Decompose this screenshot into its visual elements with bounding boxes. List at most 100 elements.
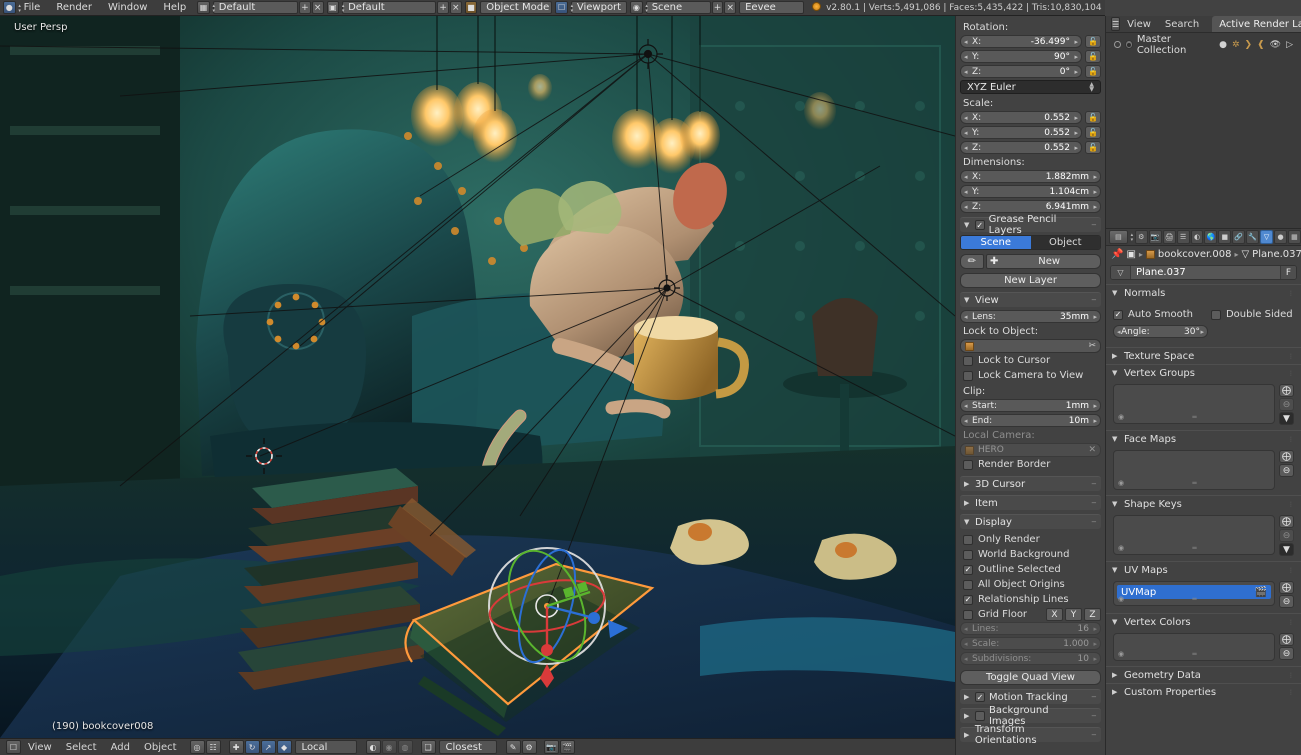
datablock-name-field[interactable]: ▽ Plane.037 F: [1110, 265, 1297, 280]
rotation-y-field[interactable]: Y: 90°: [960, 50, 1082, 63]
world-background-checkbox[interactable]: [963, 549, 973, 560]
datablock-name-value[interactable]: Plane.037: [1131, 267, 1280, 278]
gp-toggle-object[interactable]: Object: [1030, 236, 1100, 249]
relationship-lines-row[interactable]: Relationship Lines: [960, 592, 1101, 607]
section-normals[interactable]: ▼ Normals ⋮: [1106, 284, 1301, 301]
pivot-point-icon[interactable]: ◎: [189, 740, 205, 754]
viewport-sidebar[interactable]: Rotation: X: -36.499° 🔓 Y: 90° 🔓 Z: 0° 🔓…: [955, 16, 1105, 755]
scale-z-row[interactable]: Z: 0.552 🔓: [960, 141, 1101, 154]
snap-mode-selector[interactable]: Closest: [438, 740, 497, 754]
vertex-group-specials-icon[interactable]: ▼: [1279, 412, 1294, 425]
properties-editor[interactable]: ▤ ⚙ 📷 🖨 ☰ ◐ 🌎 ■ 🔗 🔧 ▽ ● ▦ 📌 ▣ ▸ b: [1105, 228, 1301, 755]
normals-toggles-row[interactable]: Auto Smooth Double Sided: [1113, 307, 1294, 322]
grid-axis-y-button[interactable]: Y: [1065, 608, 1082, 621]
face-maps-body[interactable]: ◉ ═ ⨁ ⊖: [1106, 447, 1301, 495]
world-background-row[interactable]: World Background: [960, 547, 1101, 562]
new-layout-button[interactable]: +: [437, 1, 449, 14]
material-icon[interactable]: ●: [1274, 230, 1287, 244]
camera-data-icon[interactable]: 🎬: [1255, 587, 1267, 598]
outliner-active-tab[interactable]: Active Render Layer: [1212, 16, 1301, 32]
list-resize-grip-icon[interactable]: ═: [1192, 544, 1196, 552]
workspace-screen-field[interactable]: Default: [212, 1, 299, 14]
scene-field[interactable]: Scene: [645, 1, 711, 14]
panel-display[interactable]: ▼ Display ━: [960, 514, 1101, 529]
uv-maps-body[interactable]: UVMap 🎬 ◉ ═ ⨁ ⊖: [1106, 578, 1301, 613]
remove-shape-key-button[interactable]: ⊖: [1279, 529, 1294, 542]
settings-icon[interactable]: ⚙: [521, 740, 537, 754]
motion-tracking-checkbox[interactable]: [975, 692, 985, 702]
scale-z-lock-icon[interactable]: 🔓: [1085, 141, 1101, 154]
footer-menu-select[interactable]: Select: [59, 742, 104, 753]
grid-subdivisions-row[interactable]: Subdivisions: 10: [960, 652, 1101, 665]
panel-view[interactable]: ▼ View ━: [960, 292, 1101, 307]
output-icon[interactable]: 🖨: [1162, 230, 1176, 244]
outliner-menu-view[interactable]: View: [1120, 19, 1158, 30]
dimensions-x-row[interactable]: X: 1.882mm: [960, 170, 1101, 183]
grid-axis-x-button[interactable]: X: [1046, 608, 1063, 621]
editor-type-icon[interactable]: ☐: [555, 1, 573, 14]
face-maps-buttons[interactable]: ⨁ ⊖: [1279, 450, 1294, 477]
all-object-origins-row[interactable]: All Object Origins: [960, 577, 1101, 592]
outliner-menu-search[interactable]: Search: [1158, 19, 1206, 30]
texture-icon[interactable]: ▦: [1288, 230, 1301, 244]
local-camera-field[interactable]: HERO ✕: [960, 443, 1101, 457]
menu-render[interactable]: Render: [48, 2, 100, 13]
section-geometry-data[interactable]: ▶ Geometry Data ⋮: [1106, 666, 1301, 683]
vertex-groups-buttons[interactable]: ⨁ ⊖ ▼: [1279, 384, 1294, 425]
restrict-icon[interactable]: ❰: [1257, 40, 1265, 50]
add-uv-map-button[interactable]: ⨁: [1279, 581, 1294, 594]
selectable-icon[interactable]: ●: [1219, 40, 1227, 50]
clip-end-row[interactable]: End: 10m: [960, 414, 1101, 427]
scale-x-lock-icon[interactable]: 🔓: [1085, 111, 1101, 124]
transform-orientation-selector[interactable]: Local: [294, 740, 357, 754]
pin-icon[interactable]: 📌: [1111, 249, 1123, 260]
transform-gizmo-icon[interactable]: ◆: [276, 740, 292, 754]
breadcrumb-mesh[interactable]: Plane.037: [1252, 249, 1301, 260]
auto-smooth-angle-field[interactable]: Angle: 30°: [1113, 325, 1208, 338]
render-animation-icon[interactable]: 🎬: [559, 740, 575, 754]
outline-selected-row[interactable]: Outline Selected: [960, 562, 1101, 577]
pivot-options-icon[interactable]: ☷: [205, 740, 221, 754]
screen-datablock-icon[interactable]: ▦: [197, 1, 215, 14]
add-face-map-button[interactable]: ⨁: [1279, 450, 1294, 463]
normals-body[interactable]: Auto Smooth Double Sided Angle: 30°: [1106, 301, 1301, 347]
outliner-display-mode-icon[interactable]: ☰: [1111, 17, 1121, 31]
rotation-x-lock-icon[interactable]: 🔓: [1085, 35, 1101, 48]
grid-axis-z-button[interactable]: Z: [1084, 608, 1101, 621]
auto-smooth-row[interactable]: Auto Smooth: [1113, 307, 1193, 322]
dimensions-z-field[interactable]: Z: 6.941mm: [960, 200, 1101, 213]
double-sided-row[interactable]: Double Sided: [1210, 307, 1293, 322]
uv-maps-buttons[interactable]: ⨁ ⊖: [1279, 581, 1294, 608]
only-render-row[interactable]: Only Render: [960, 532, 1101, 547]
render-border-row[interactable]: Render Border: [960, 457, 1101, 472]
editor-field[interactable]: Viewport: [570, 1, 628, 14]
scale-gizmo-icon[interactable]: ↗: [260, 740, 276, 754]
uv-maps-list[interactable]: UVMap 🎬 ◉ ═: [1113, 581, 1275, 606]
add-vertex-color-button[interactable]: ⨁: [1279, 633, 1294, 646]
remove-uv-map-button[interactable]: ⊖: [1279, 595, 1294, 608]
panel-grease-pencil-layers[interactable]: ▼ Grease Pencil Layers ━: [960, 214, 1101, 236]
relationship-lines-checkbox[interactable]: [963, 594, 973, 605]
blender-logo-icon[interactable]: ●: [3, 1, 21, 14]
rotation-z-lock-icon[interactable]: 🔓: [1085, 65, 1101, 78]
scene-datablock-icon[interactable]: ◉: [630, 1, 648, 14]
breadcrumb-object[interactable]: bookcover.008: [1158, 249, 1232, 260]
vertex-colors-buttons[interactable]: ⨁ ⊖: [1279, 633, 1294, 660]
grid-axis-buttons[interactable]: X Y Z: [1046, 608, 1101, 621]
dimensions-x-field[interactable]: X: 1.882mm: [960, 170, 1101, 183]
render-icon[interactable]: 📷: [1148, 230, 1162, 244]
clear-icon[interactable]: ✕: [1088, 445, 1096, 455]
vertex-colors-list[interactable]: ◉ ═: [1113, 633, 1275, 661]
object-data-icon[interactable]: ▽: [1260, 230, 1274, 244]
fake-user-button[interactable]: F: [1280, 266, 1296, 279]
breadcrumb[interactable]: 📌 ▣ ▸ bookcover.008 ▸ ▽ Plane.037: [1106, 246, 1301, 263]
outliner-editor[interactable]: ☰ View Search Active Render Layer Master…: [1105, 16, 1301, 228]
scale-y-row[interactable]: Y: 0.552 🔓: [960, 126, 1101, 139]
auto-smooth-checkbox[interactable]: [1113, 309, 1123, 320]
footer-menu-object[interactable]: Object: [137, 742, 184, 753]
lens-row[interactable]: Lens: 35mm: [960, 310, 1101, 323]
double-sided-checkbox[interactable]: [1210, 309, 1221, 320]
menu-window[interactable]: Window: [100, 2, 155, 13]
only-render-checkbox[interactable]: [963, 534, 973, 545]
toggle-quad-view-button[interactable]: Toggle Quad View: [960, 670, 1101, 685]
